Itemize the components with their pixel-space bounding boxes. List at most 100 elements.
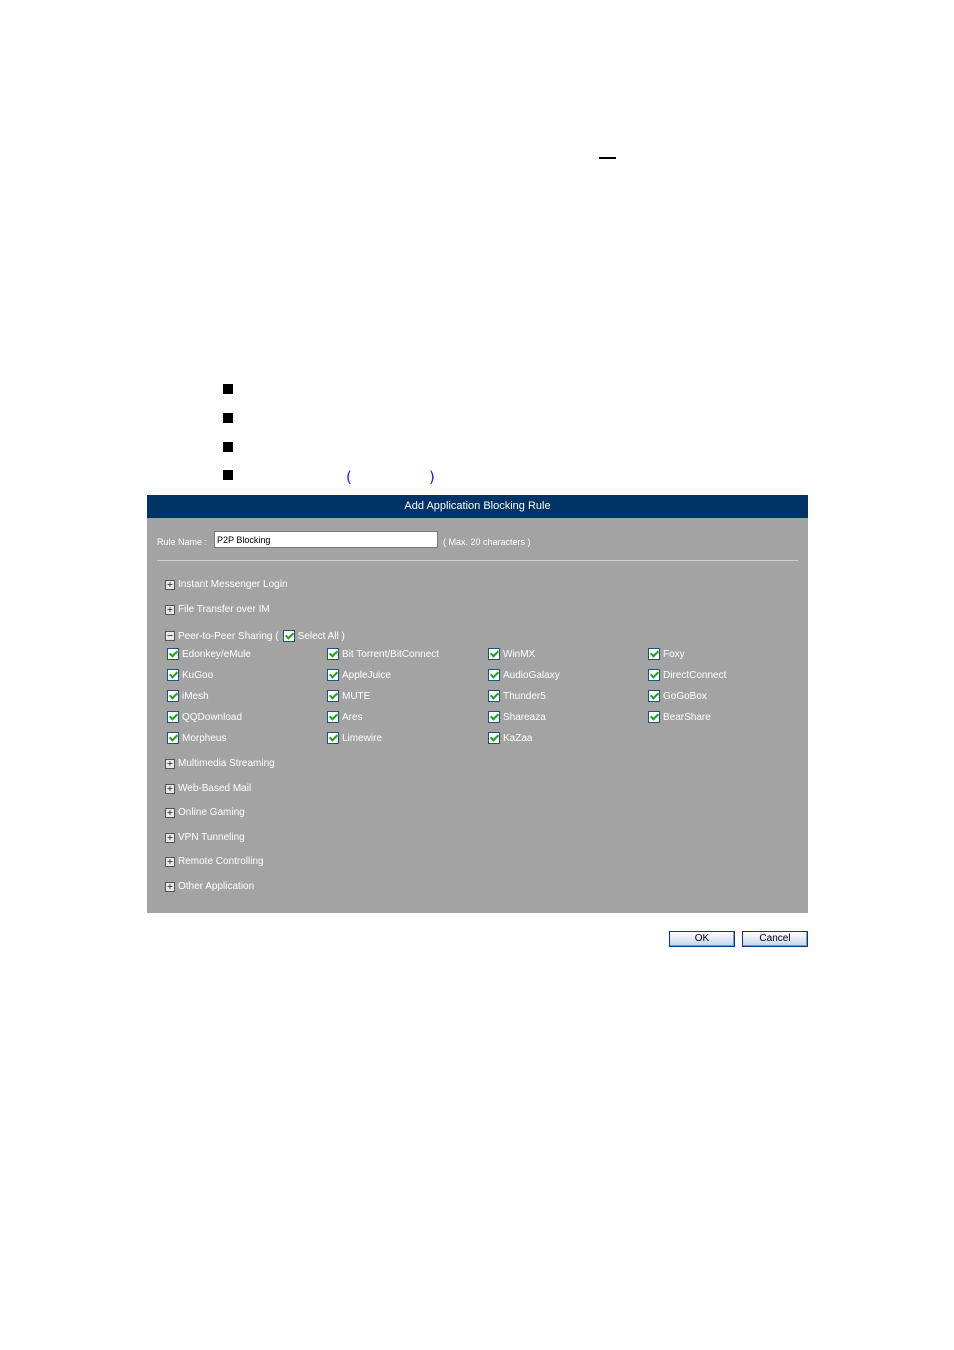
app-checkbox[interactable]: [488, 711, 500, 723]
divider: [157, 560, 798, 561]
bullet-4: [223, 470, 233, 480]
app-item[interactable]: DirectConnect: [648, 669, 726, 681]
category-label: Web-Based Mail: [178, 783, 252, 794]
app-item[interactable]: MUTE: [327, 690, 370, 702]
app-item[interactable]: KaZaa: [488, 732, 532, 744]
app-label: Shareaza: [503, 711, 546, 723]
app-item[interactable]: Foxy: [648, 648, 685, 660]
app-label: KuGoo: [182, 669, 214, 681]
app-item[interactable]: Morpheus: [167, 732, 226, 744]
app-checkbox[interactable]: [327, 648, 339, 660]
cancel-button[interactable]: Cancel: [742, 931, 808, 947]
app-item[interactable]: GoGoBox: [648, 690, 707, 702]
app-item[interactable]: WinMX: [488, 648, 535, 660]
app-item[interactable]: Edonkey/eMule: [167, 648, 251, 660]
app-item[interactable]: Limewire: [327, 732, 382, 744]
app-item[interactable]: AudioGalaxy: [488, 669, 560, 681]
bullet-2: [223, 413, 233, 423]
app-item[interactable]: AppleJuice: [327, 669, 391, 681]
app-checkbox[interactable]: [488, 732, 500, 744]
app-item[interactable]: Shareaza: [488, 711, 546, 723]
app-checkbox[interactable]: [167, 648, 179, 660]
app-label: Ares: [342, 711, 363, 723]
app-label: MUTE: [342, 690, 371, 702]
category-label: Other Application: [178, 881, 255, 892]
app-item[interactable]: QQDownload: [167, 711, 242, 723]
category-peer-to-peer[interactable]: − Peer-to-Peer Sharing ( Select All ): [165, 630, 345, 642]
app-label: Foxy: [663, 648, 685, 660]
category-instant-messenger-login[interactable]: + Instant Messenger Login: [165, 579, 288, 590]
app-item[interactable]: BearShare: [648, 711, 711, 723]
app-checkbox[interactable]: [327, 711, 339, 723]
app-checkbox[interactable]: [327, 732, 339, 744]
expand-icon[interactable]: +: [165, 832, 175, 843]
app-label: BearShare: [663, 711, 711, 723]
add-rule-panel: Add Application Blocking Rule Rule Name …: [147, 495, 808, 913]
ok-button[interactable]: OK: [669, 931, 735, 947]
bullet-1: [223, 384, 233, 394]
app-checkbox[interactable]: [648, 669, 660, 681]
rule-name-label: Rule Name :: [157, 537, 208, 547]
close-paren: ): [429, 468, 435, 486]
category-online-gaming[interactable]: + Online Gaming: [165, 807, 245, 818]
expand-icon[interactable]: +: [165, 856, 175, 867]
expand-icon[interactable]: +: [165, 881, 175, 892]
app-checkbox[interactable]: [167, 669, 179, 681]
expand-icon[interactable]: +: [165, 783, 175, 794]
expand-icon[interactable]: +: [165, 758, 175, 769]
category-label: Online Gaming: [178, 807, 245, 818]
app-label: Limewire: [342, 732, 383, 744]
app-label: Bit Torrent/BitConnect: [342, 648, 440, 660]
app-label: QQDownload: [182, 711, 243, 723]
category-multimedia-streaming[interactable]: + Multimedia Streaming: [165, 758, 275, 769]
select-all-checkbox[interactable]: [282, 630, 295, 642]
category-web-based-mail[interactable]: + Web-Based Mail: [165, 783, 251, 794]
app-checkbox[interactable]: [167, 711, 179, 723]
app-label: DirectConnect: [663, 669, 727, 681]
app-label: Morpheus: [182, 732, 227, 744]
expand-icon[interactable]: +: [165, 579, 175, 590]
app-label: iMesh: [182, 690, 209, 702]
app-label: AudioGalaxy: [503, 669, 560, 681]
rule-name-hint: ( Max. 20 characters ): [443, 537, 531, 547]
app-checkbox[interactable]: [327, 669, 339, 681]
app-item[interactable]: Bit Torrent/BitConnect: [327, 648, 439, 660]
app-label: AppleJuice: [342, 669, 391, 681]
bullet-3: [223, 442, 233, 452]
category-label: Multimedia Streaming: [178, 758, 275, 769]
app-item[interactable]: KuGoo: [167, 669, 213, 681]
category-remote-controlling[interactable]: + Remote Controlling: [165, 856, 264, 867]
category-label: Peer-to-Peer Sharing (: [178, 630, 279, 642]
category-label: VPN Tunneling: [178, 832, 245, 843]
app-checkbox[interactable]: [488, 669, 500, 681]
app-item[interactable]: Thunder5: [488, 690, 546, 702]
category-label: File Transfer over IM: [178, 604, 270, 615]
app-label: WinMX: [503, 648, 536, 660]
app-checkbox[interactable]: [167, 690, 179, 702]
app-label: KaZaa: [503, 732, 533, 744]
category-file-transfer-over-im[interactable]: + File Transfer over IM: [165, 604, 270, 615]
app-checkbox[interactable]: [488, 648, 500, 660]
category-vpn-tunneling[interactable]: + VPN Tunneling: [165, 832, 245, 843]
app-checkbox[interactable]: [648, 711, 660, 723]
app-checkbox[interactable]: [648, 690, 660, 702]
document-dash: [599, 157, 616, 159]
category-label: Remote Controlling: [178, 856, 264, 867]
expand-icon[interactable]: +: [165, 604, 175, 615]
expand-icon[interactable]: +: [165, 807, 175, 818]
open-paren: (: [346, 468, 352, 486]
rule-name-input[interactable]: [214, 531, 438, 548]
app-checkbox[interactable]: [167, 732, 179, 744]
app-checkbox[interactable]: [488, 690, 500, 702]
app-label: GoGoBox: [663, 690, 707, 702]
select-all-label: Select All ): [297, 630, 345, 642]
panel-title: Add Application Blocking Rule: [147, 495, 808, 518]
app-checkbox[interactable]: [327, 690, 339, 702]
collapse-icon[interactable]: −: [165, 631, 175, 641]
app-label: Thunder5: [503, 690, 546, 702]
app-item[interactable]: Ares: [327, 711, 363, 723]
app-checkbox[interactable]: [648, 648, 660, 660]
category-other-application[interactable]: + Other Application: [165, 881, 254, 892]
category-label: Instant Messenger Login: [178, 579, 288, 590]
app-item[interactable]: iMesh: [167, 690, 209, 702]
